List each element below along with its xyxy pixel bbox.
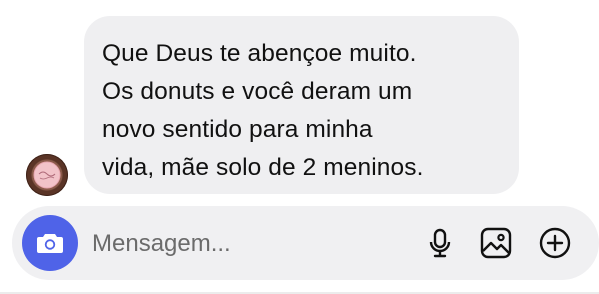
chat-thread: Que Deus te abençoe muito. Os donuts e v…	[0, 0, 599, 200]
message-bubble[interactable]: Que Deus te abençoe muito. Os donuts e v…	[84, 16, 519, 194]
sender-avatar[interactable]	[26, 154, 68, 196]
camera-button[interactable]	[22, 215, 78, 271]
avatar-logo-icon	[33, 161, 61, 189]
gallery-button[interactable]	[478, 225, 514, 261]
camera-icon	[37, 234, 63, 253]
add-attachment-button[interactable]	[537, 225, 573, 261]
message-input[interactable]	[92, 226, 392, 262]
message-text: Que Deus te abençoe muito. Os donuts e v…	[102, 40, 424, 181]
plus-circle-icon	[539, 227, 571, 259]
microphone-button[interactable]	[422, 225, 458, 261]
message-composer	[12, 206, 599, 280]
microphone-icon	[429, 228, 451, 258]
image-icon	[480, 227, 512, 259]
